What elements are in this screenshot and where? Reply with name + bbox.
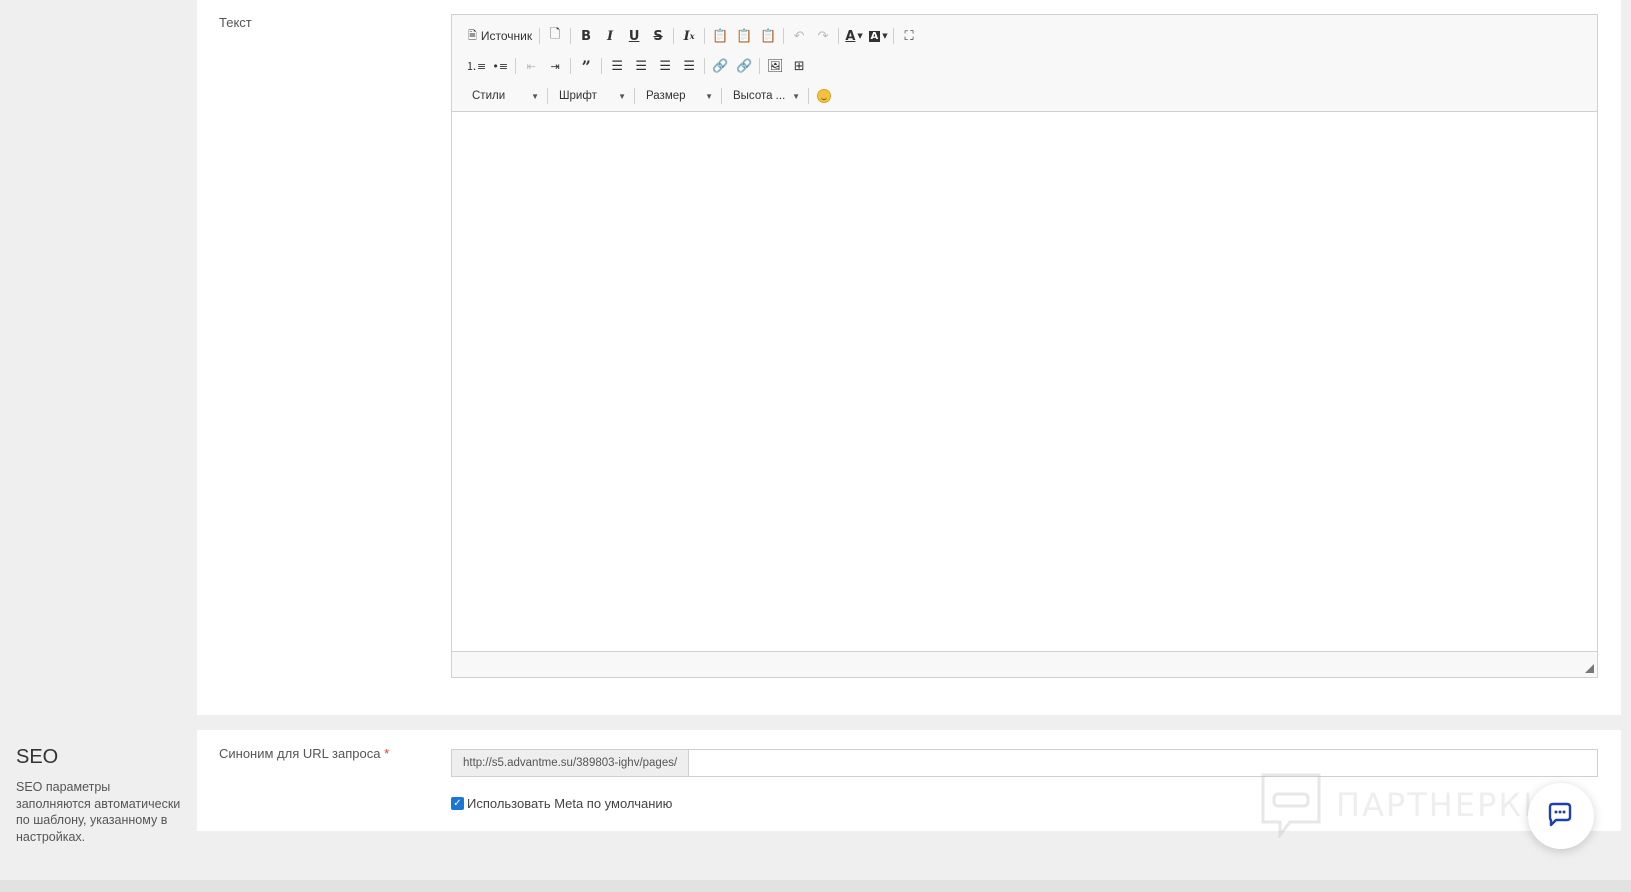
watermark: ПАРТНЕРКИН (1260, 772, 1575, 838)
size-combo-label: Размер (646, 90, 686, 102)
font-combo[interactable]: Шрифт ▼ (551, 85, 631, 107)
toolbar-separator (783, 28, 785, 44)
unlink-icon[interactable]: 🔗 (732, 55, 756, 77)
paste-word-icon[interactable]: 📋 (756, 25, 780, 47)
blockquote-icon[interactable]: ” (574, 55, 598, 77)
undo-icon[interactable]: ↶ (787, 25, 811, 47)
chevron-down-icon: ▼ (705, 91, 713, 101)
size-combo[interactable]: Размер ▼ (638, 85, 718, 107)
toolbar-separator (808, 88, 809, 104)
text-field-label: Текст (219, 15, 252, 30)
bold-icon[interactable]: B (574, 25, 598, 47)
chevron-down-icon: ▼ (792, 91, 800, 101)
toolbar-separator (759, 58, 761, 74)
line-height-combo-label: Высота ... (733, 90, 786, 102)
paste-icon[interactable]: 📋 (708, 25, 732, 47)
seo-section-title: SEO (16, 746, 59, 768)
toolbar-separator (570, 28, 572, 44)
chevron-down-icon: ▼ (618, 91, 626, 101)
outdent-icon[interactable]: ⇤ (519, 55, 543, 77)
align-right-icon[interactable]: ☰ (653, 55, 677, 77)
italic-icon[interactable]: I (598, 25, 622, 47)
toolbar-separator (570, 58, 572, 74)
paste-text-icon[interactable]: 📋 (732, 25, 756, 47)
use-default-meta-checkbox[interactable]: ✓ (451, 797, 464, 810)
toolbar-separator (601, 58, 603, 74)
editor-toolbar: 🗎 Источник 🗋 B I U S Ix 📋 📋 📋 ↶ ↷ A ▼ A ▼ ⛶… (452, 15, 1597, 112)
smiley-icon (817, 89, 831, 103)
indent-icon[interactable]: ⇥ (543, 55, 567, 77)
link-icon[interactable]: 🔗 (708, 55, 732, 77)
image-icon[interactable]: 🖼 (763, 55, 787, 77)
url-alias-label: Синоним для URL запроса * (219, 746, 389, 761)
source-button[interactable]: 🗎 Источник (464, 25, 536, 47)
editor-statusbar (452, 652, 1597, 676)
toolbar-separator (893, 28, 895, 44)
source-label: Источник (480, 29, 533, 43)
use-default-meta-option[interactable]: ✓ Использовать Meta по умолчанию (451, 796, 672, 811)
url-prefix: http://s5.advantme.su/389803-ighv/pages/ (452, 750, 690, 776)
toolbar-separator (704, 28, 706, 44)
watermark-logo-icon (1261, 773, 1321, 838)
seo-section-description: SEO параметры заполняются автоматически … (16, 780, 181, 844)
styles-combo[interactable]: Стили ▼ (464, 85, 544, 107)
required-mark: * (384, 746, 390, 761)
url-alias-label-text: Синоним для URL запроса (219, 746, 381, 761)
rich-text-editor: 🗎 Источник 🗋 B I U S Ix 📋 📋 📋 ↶ ↷ A ▼ A ▼ ⛶… (451, 14, 1598, 678)
new-document-icon[interactable]: 🗋 (543, 25, 567, 47)
chevron-down-icon: ▼ (531, 91, 539, 101)
numbered-list-icon[interactable]: ⒈≡ (464, 55, 488, 77)
use-default-meta-label: Использовать Meta по умолчанию (467, 796, 673, 811)
chat-icon (1548, 802, 1572, 827)
table-icon[interactable]: ⊞ (787, 55, 811, 77)
editor-content-area[interactable] (452, 112, 1597, 652)
font-combo-label: Шрифт (559, 90, 597, 102)
toolbar-row-3: Стили ▼ Шрифт ▼ Размер ▼ Высота ... ▼ (464, 81, 1587, 111)
toolbar-separator (673, 28, 675, 44)
resize-handle-icon[interactable] (1585, 664, 1594, 673)
toolbar-separator (515, 58, 517, 74)
toolbar-separator (704, 58, 706, 74)
toolbar-separator (539, 28, 541, 44)
align-center-icon[interactable]: ☰ (629, 55, 653, 77)
maximize-icon[interactable]: ⛶ (897, 25, 921, 47)
source-icon: 🗎 (468, 28, 477, 42)
line-height-combo[interactable]: Высота ... ▼ (725, 85, 805, 107)
toolbar-row-2: ⒈≡ •≡ ⇤ ⇥ ” ☰ ☰ ☰ ☰ 🔗 🔗 🖼 ⊞ (464, 51, 1587, 81)
toolbar-row-1: 🗎 Источник 🗋 B I U S Ix 📋 📋 📋 ↶ ↷ A ▼ A ▼ ⛶ (464, 21, 1587, 51)
toolbar-separator (838, 28, 840, 44)
remove-format-icon[interactable]: Ix (677, 25, 701, 47)
chat-button[interactable] (1528, 783, 1594, 849)
toolbar-separator (634, 88, 635, 104)
strikethrough-icon[interactable]: S (646, 25, 670, 47)
bulleted-list-icon[interactable]: •≡ (488, 55, 512, 77)
underline-icon[interactable]: U (622, 25, 646, 47)
emoji-button[interactable] (812, 85, 836, 107)
bottom-bar (0, 880, 1631, 892)
background-color-icon[interactable]: A ▼ (866, 25, 890, 47)
text-color-icon[interactable]: A ▼ (842, 25, 866, 47)
redo-icon[interactable]: ↷ (811, 25, 835, 47)
align-justify-icon[interactable]: ☰ (677, 55, 701, 77)
align-left-icon[interactable]: ☰ (605, 55, 629, 77)
toolbar-separator (721, 88, 722, 104)
toolbar-separator (547, 88, 548, 104)
styles-combo-label: Стили (472, 90, 506, 102)
